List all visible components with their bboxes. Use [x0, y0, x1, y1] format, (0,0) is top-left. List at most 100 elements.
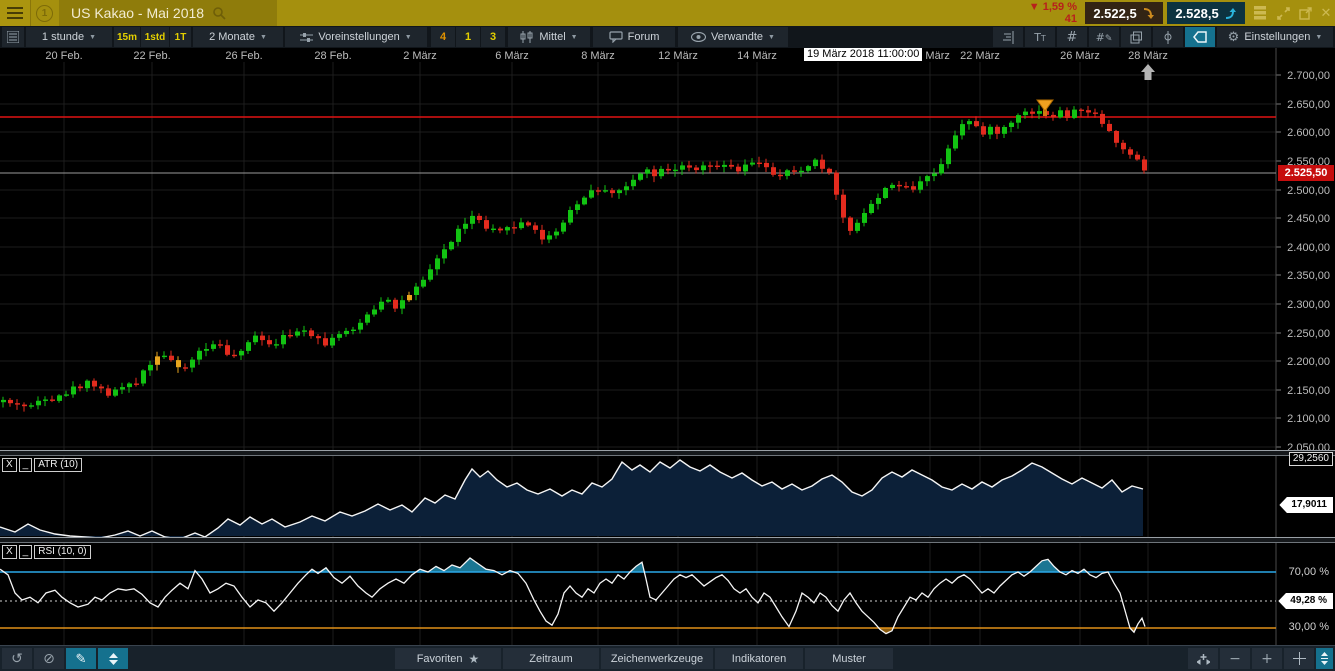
current-price-badge: 2.525,50	[1278, 165, 1334, 181]
count-button-1[interactable]: 1	[456, 27, 480, 47]
related-dropdown[interactable]: Verwandte▼	[678, 27, 788, 47]
rsi-upper-level-label: 70,00 %	[1289, 566, 1329, 578]
reset-view-button[interactable]: ↺	[2, 648, 32, 669]
chart-header: 1 US Kakao - Mai 2018 ▼ 1,59 % 41 2.522,…	[0, 0, 1335, 26]
price-label: 2.500,00	[1287, 185, 1330, 197]
atr-area-fill	[0, 460, 1143, 537]
rsi-title: RSI (10, 0)	[34, 545, 90, 559]
vertical-fit-button[interactable]	[1316, 648, 1333, 669]
instrument-title-bar[interactable]: US Kakao - Mai 2018	[59, 0, 277, 26]
count-button-4[interactable]: 4	[431, 27, 455, 47]
date-label: 20 Feb.	[45, 50, 82, 62]
rsi-line[interactable]	[0, 558, 1145, 634]
rsi-overbought-fill	[1030, 559, 1060, 572]
atr-value-badge: 17,9011	[1279, 497, 1333, 513]
price-chart[interactable]: 20 Feb.22 Feb.26 Feb.28 Feb.2 März6 März…	[0, 48, 1335, 450]
sort-arrows-button[interactable]	[98, 648, 128, 669]
zoom-in-button[interactable]: +	[1252, 648, 1282, 669]
sell-price-button[interactable]: 2.522,5	[1085, 2, 1163, 24]
price-label: 2.300,00	[1287, 299, 1330, 311]
count-button-3[interactable]: 3	[481, 27, 505, 47]
candlestick-series[interactable]	[1, 105, 1147, 411]
layout-rows-icon[interactable]	[1251, 0, 1269, 26]
price-label: 2.700,00	[1287, 70, 1330, 82]
speech-bubble-icon	[609, 31, 623, 43]
timeframe-dropdown[interactable]: 1 stunde▼	[26, 27, 112, 47]
draw-pencil-button[interactable]: ✎	[66, 648, 96, 669]
buy-price-button[interactable]: 2.528,5	[1167, 2, 1245, 24]
date-label: 8 März	[581, 50, 615, 62]
duplicate-windows-icon[interactable]	[1121, 27, 1151, 47]
price-label: 2.450,00	[1287, 213, 1330, 225]
close-icon[interactable]: ✕	[1317, 0, 1335, 26]
date-label: 14 März	[737, 50, 777, 62]
eye-icon	[691, 32, 706, 42]
tab-favoriten[interactable]: Favoriten★	[395, 648, 501, 669]
menu-button[interactable]	[0, 0, 31, 26]
ask-price: 2.528,5	[1175, 6, 1218, 21]
expand-icon[interactable]	[1273, 0, 1293, 26]
forum-button[interactable]: Forum	[593, 27, 675, 47]
tab-indikatoren[interactable]: Indikatoren	[715, 648, 803, 669]
price-label: 2.650,00	[1287, 99, 1330, 111]
rsi-lower-level-label: 30,00 %	[1289, 621, 1329, 633]
rsi-indicator-panel[interactable]	[0, 543, 1335, 645]
date-label: 26 März	[1060, 50, 1100, 62]
rsi-value-badge: 49,28 %	[1278, 593, 1333, 609]
info-icon[interactable]: 1	[31, 0, 58, 26]
rsi-minimize-button[interactable]: _	[19, 545, 33, 559]
tab-zeitraum[interactable]: Zeitraum	[503, 648, 599, 669]
atr-title: ATR (10)	[34, 458, 82, 472]
price-label: 2.600,00	[1287, 127, 1330, 139]
rsi-close-button[interactable]: X	[2, 545, 17, 559]
change-arrow-icon: ▼	[1029, 1, 1040, 13]
tab-zeichenwerkzeuge[interactable]: Zeichenwerkzeuge	[601, 648, 713, 669]
crosshair-button[interactable]	[1284, 648, 1314, 669]
settings-dropdown[interactable]: ⚙ Einstellungen▼	[1217, 27, 1333, 47]
atr-indicator-panel[interactable]	[0, 456, 1335, 537]
atr-minimize-button[interactable]: _	[19, 458, 33, 472]
zoom-out-button[interactable]: −	[1220, 648, 1250, 669]
atr-max-value: 29,2560	[1289, 452, 1333, 466]
search-icon[interactable]	[212, 6, 226, 20]
date-label: 22 Feb.	[133, 50, 170, 62]
candlestick-icon	[520, 31, 534, 43]
date-label: 28 Feb.	[314, 50, 351, 62]
quick-tf-1t[interactable]: 1T	[170, 27, 191, 47]
change-sub-value: 41	[1065, 13, 1077, 25]
chart-list-icon[interactable]	[2, 27, 24, 47]
crosshair-date-tooltip: 19 März 2018 11:00:00	[804, 48, 922, 61]
price-label: 2.200,00	[1287, 356, 1330, 368]
star-icon: ★	[469, 652, 480, 666]
change-percent: ▼ 1,59 % 41	[987, 1, 1077, 25]
price-up-arrow-icon	[1224, 7, 1237, 20]
scale-align-icon[interactable]	[993, 27, 1023, 47]
cursor-tool-button-selected[interactable]	[1185, 27, 1215, 47]
instrument-title: US Kakao - Mai 2018	[71, 5, 204, 21]
chart-style-dropdown[interactable]: Mittel▼	[508, 27, 590, 47]
chart-toolbar: 1 stunde▼ 15m 1std 1T 2 Monate▼ Voreinst…	[0, 26, 1335, 48]
date-label: 2 März	[403, 50, 437, 62]
presets-dropdown[interactable]: Voreinstellungen▼	[285, 27, 427, 47]
atr-close-button[interactable]: X	[2, 458, 17, 472]
price-label: 2.100,00	[1287, 413, 1330, 425]
disable-tool-button[interactable]: ⊘	[34, 648, 64, 669]
gear-icon: ⚙	[1228, 30, 1240, 45]
grid-edit-icon[interactable]: #✎	[1089, 27, 1119, 47]
grid-icon[interactable]: #	[1057, 27, 1087, 47]
pin-marker-icon[interactable]	[1153, 27, 1183, 47]
text-size-icon[interactable]: TT	[1025, 27, 1055, 47]
bid-price: 2.522,5	[1093, 6, 1136, 21]
sliders-icon	[300, 32, 313, 43]
fit-content-button[interactable]	[1188, 648, 1218, 669]
tab-muster[interactable]: Muster	[805, 648, 893, 669]
popout-icon[interactable]	[1295, 0, 1315, 26]
trading-platform-window: 1 US Kakao - Mai 2018 ▼ 1,59 % 41 2.522,…	[0, 0, 1335, 671]
date-label: 6 März	[495, 50, 529, 62]
range-dropdown[interactable]: 2 Monate▼	[193, 27, 283, 47]
price-label: 2.400,00	[1287, 242, 1330, 254]
scroll-to-latest-arrow[interactable]	[1141, 64, 1155, 80]
quick-tf-15m[interactable]: 15m	[114, 27, 140, 47]
price-label: 2.350,00	[1287, 270, 1330, 282]
quick-tf-1std[interactable]: 1std	[141, 27, 169, 47]
